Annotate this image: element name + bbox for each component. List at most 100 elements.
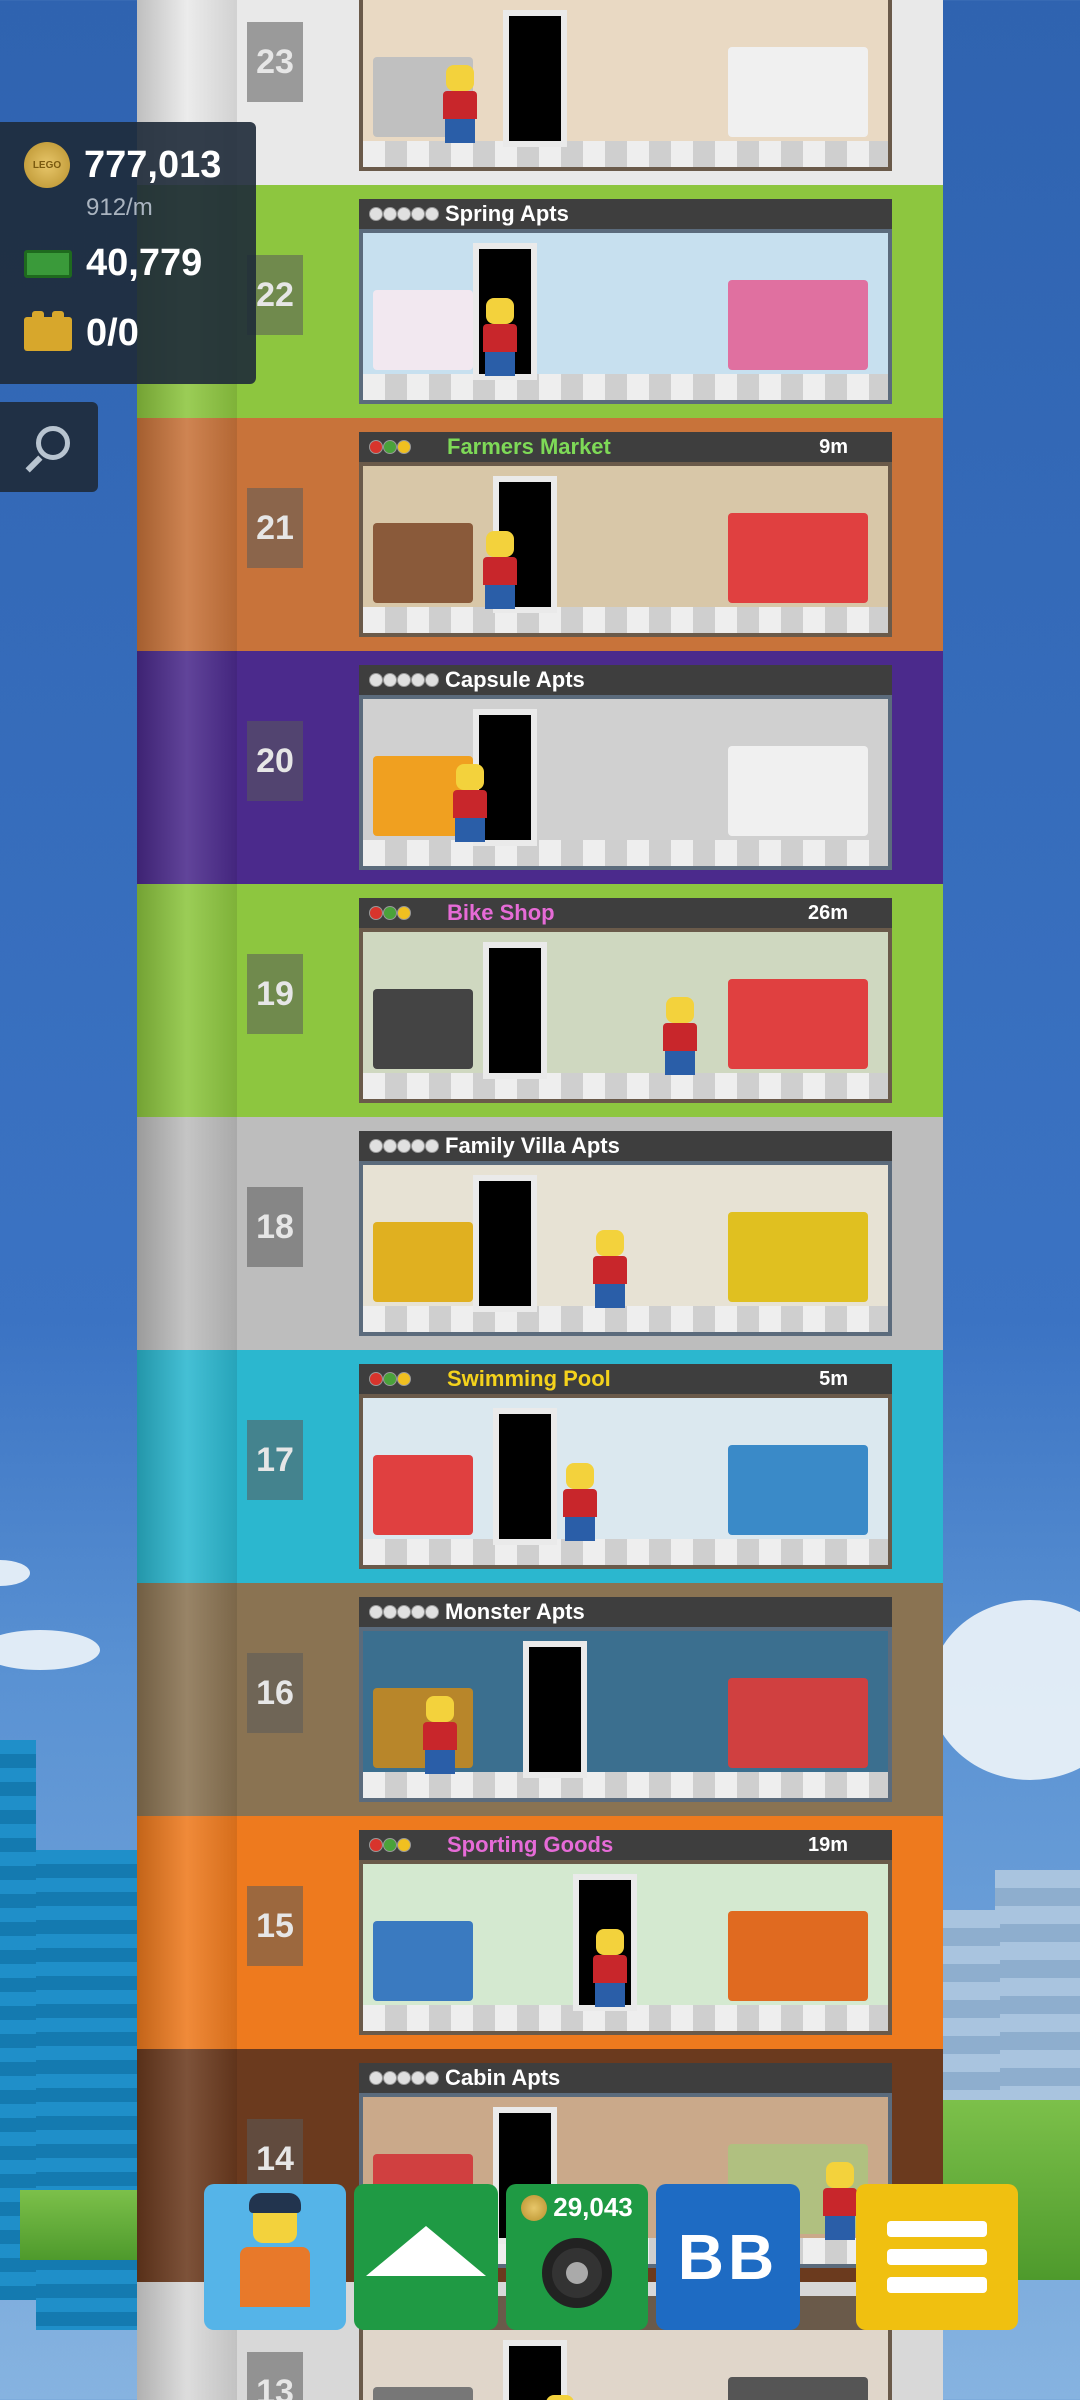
menu-icon [887,2209,987,2305]
resident-slot [369,1605,383,1619]
floor-18[interactable]: 18 Family Villa Apts [137,1117,943,1350]
floor-label-bar[interactable]: Family Villa Apts [359,1131,892,1161]
resource-panel: LEGO 777,013 912/m 40,779 0/0 [0,122,256,384]
floor-23[interactable]: 23 [137,0,943,185]
minifigure[interactable] [443,65,477,143]
floor-17[interactable]: 17 Swimming Pool 5m [137,1350,943,1583]
room-scene [363,466,888,633]
minifigure[interactable] [483,531,517,609]
resident-slot [425,1605,439,1619]
floor-pillar [137,651,237,884]
coin-icon-label: LEGO [32,159,62,171]
furniture [728,47,868,137]
worker-button[interactable] [204,2184,346,2330]
minifigure[interactable] [563,1463,597,1541]
resident-slot [383,1139,397,1153]
furniture [728,1678,868,1768]
resident-slot [383,207,397,221]
bux-label: BB [677,2221,779,2293]
minifigure[interactable] [593,1230,627,1308]
floor-tiles [363,607,888,633]
floor-label-bar[interactable]: Monster Apts [359,1597,892,1627]
elevator-door[interactable] [503,10,567,147]
floor-name: Monster Apts [445,1599,585,1624]
floor-19[interactable]: 19 Bike Shop 26m [137,884,943,1117]
floor-number: 19 [247,954,303,1034]
bux-button[interactable]: BB [656,2184,800,2330]
tire-icon [542,2238,612,2308]
restock-timer: 5m [819,1367,848,1390]
build-button[interactable] [354,2184,498,2330]
menu-button[interactable] [856,2184,1018,2330]
resident-slots [369,1133,439,1159]
minifigure[interactable] [823,2162,857,2240]
resident-slots [369,1599,439,1625]
elevator-door[interactable] [483,942,547,1079]
floor-label-bar[interactable]: Spring Apts [359,199,892,229]
resident-slot [425,1139,439,1153]
minifigure[interactable] [593,1929,627,2007]
furniture [373,2387,473,2400]
floor-number: 15 [247,1886,303,1966]
stock-light [397,1372,411,1386]
resident-slot [411,1605,425,1619]
floor-label-bar[interactable]: Bike Shop 26m [359,898,892,928]
floor-number: 16 [247,1653,303,1733]
furniture [373,290,473,370]
resident-slots [369,667,439,693]
floor-label-bar[interactable]: Sporting Goods 19m [359,1830,892,1860]
coin-rate: 912/m [86,194,153,221]
furniture [728,979,868,1069]
minifigure[interactable] [483,298,517,376]
floor-pillar [137,1816,237,2049]
minifigure[interactable] [423,1696,457,1774]
stock-light [369,1838,383,1852]
coins-value: 777,013 [84,143,222,186]
room-scene [363,2330,888,2400]
elevator-door[interactable] [493,1408,557,1545]
floor-15[interactable]: 15 Sporting Goods 19m [137,1816,943,2049]
minifigure[interactable] [453,764,487,842]
elevator-door[interactable] [523,1641,587,1778]
floor-tiles [363,141,888,167]
floor-label-bar[interactable]: Cabin Apts [359,2063,892,2093]
floor-name: Bike Shop [447,900,555,925]
resident-slot [383,673,397,687]
room-scene [363,233,888,400]
floor-name: Sporting Goods [447,1832,614,1857]
resident-slot [425,207,439,221]
floor-label-bar[interactable]: Capsule Apts [359,665,892,695]
stock-light [369,1372,383,1386]
stock-indicator [369,1366,411,1392]
resident-slot [383,2071,397,2085]
floor-20[interactable]: 20 Capsule Apts [137,651,943,884]
minifigure[interactable] [663,997,697,1075]
floor-tiles [363,840,888,866]
room-scene [363,1631,888,1798]
floor-21[interactable]: 21 Farmers Market 9m [137,418,943,651]
floor-tiles [363,1073,888,1099]
restock-timer: 19m [807,1833,848,1856]
elevator-door[interactable] [503,2340,567,2400]
search-button[interactable] [0,402,98,492]
resident-slot [411,673,425,687]
coins-row: LEGO 777,013 [24,142,221,188]
elevator-door[interactable] [473,1175,537,1312]
stock-indicator [369,900,411,926]
room-scene [363,1165,888,1332]
floor-16[interactable]: 16 Monster Apts [137,1583,943,1816]
floor-22[interactable]: 22 Spring Apts [137,185,943,418]
minifigure[interactable] [543,2395,577,2400]
furniture [728,1445,868,1535]
floor-label-bar[interactable]: Farmers Market 9m [359,432,892,462]
furniture [373,1455,473,1535]
furniture [728,1911,868,2001]
vehicle-button[interactable]: 29,043 [506,2184,648,2330]
furniture [373,989,473,1069]
resident-slot [397,1139,411,1153]
floor-name: Spring Apts [445,201,569,226]
floor-label-bar[interactable]: Swimming Pool 5m [359,1364,892,1394]
search-icon [36,426,70,460]
stock-light [369,906,383,920]
resident-slot [411,1139,425,1153]
